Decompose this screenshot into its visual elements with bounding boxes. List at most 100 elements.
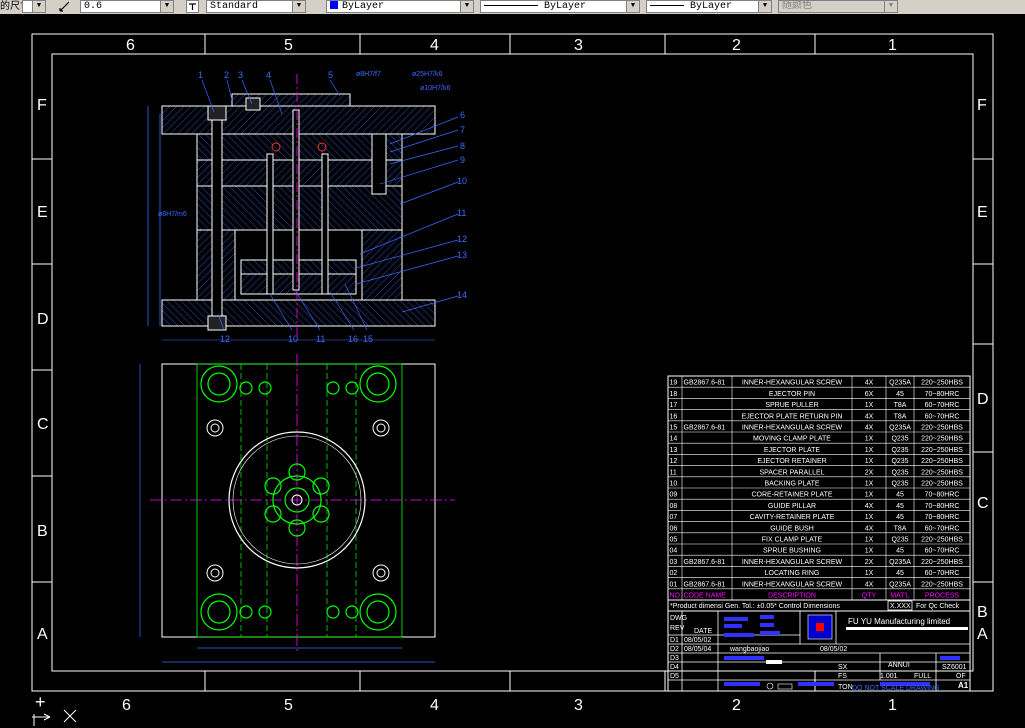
- sx-label: SX: [838, 664, 848, 671]
- qc-box-value: X.XXX: [890, 603, 911, 610]
- bom-cell: 220~250HBS: [921, 481, 963, 488]
- bom-cell: 220~250HBS: [921, 537, 963, 544]
- dimscale-icon[interactable]: [58, 0, 71, 13]
- scale-combo[interactable]: 0.6 ▼: [80, 0, 174, 13]
- lineweight-combo[interactable]: ByLayer ▼: [646, 0, 772, 13]
- ton-label: TON: [838, 684, 853, 691]
- footer-note: DO NOT SCALE DRAWING: [852, 685, 940, 692]
- column-label: 5: [284, 697, 293, 714]
- bom-cell: INNER-HEXANGULAR SCREW: [742, 581, 843, 588]
- rev-label: REV: [670, 625, 685, 632]
- bom-cell: 1X: [865, 492, 874, 499]
- date-label: DATE: [694, 628, 712, 635]
- bom-cell: 15: [670, 425, 678, 432]
- chevron-down-icon[interactable]: ▼: [292, 1, 305, 12]
- bom-cell: T8A: [894, 402, 907, 409]
- bom-cell: 2X: [865, 559, 874, 566]
- part-tag: 15: [363, 334, 373, 344]
- part-tag: 14: [457, 290, 467, 300]
- bom-cell: 70~80HRC: [925, 492, 960, 499]
- bom-cell: T8A: [894, 525, 907, 532]
- part-tag: 3: [238, 70, 243, 80]
- chevron-down-icon[interactable]: ▼: [758, 1, 771, 12]
- bom-cell: 220~250HBS: [921, 425, 963, 432]
- linetype-value: ByLayer: [544, 1, 587, 12]
- dim-style-dropdown[interactable]: ▼: [22, 0, 46, 13]
- chevron-down-icon[interactable]: ▼: [32, 1, 45, 12]
- model-space-canvas[interactable]: 6 5 4 3 2 1 6 5 4 3 2 1 F E D C B A F E …: [0, 14, 1025, 728]
- row-label: F: [37, 97, 47, 114]
- bom-cell: 03: [670, 559, 678, 566]
- plot-style-value: 随颜色: [782, 1, 812, 12]
- linetype-combo[interactable]: ByLayer ▼: [480, 0, 640, 13]
- bom-cell: 60~70HRC: [925, 548, 960, 555]
- sheet-size-label: A1: [958, 681, 969, 690]
- text-style-value: Standard: [210, 1, 259, 12]
- bom-cell: 220~250HBS: [921, 559, 963, 566]
- column-label: 2: [732, 697, 741, 714]
- chevron-down-icon[interactable]: ▼: [160, 1, 173, 12]
- row-label: B: [37, 523, 48, 540]
- bom-cell: INNER-HEXANGULAR SCREW: [742, 380, 843, 387]
- column-label: 4: [430, 697, 439, 714]
- bom-cell: LOCATING RING: [765, 570, 820, 577]
- chevron-down-icon[interactable]: ▼: [626, 1, 639, 12]
- bom-cell: 220~250HBS: [921, 469, 963, 476]
- bom-cell: EJECTOR PLATE: [764, 447, 820, 454]
- bom-cell: 4X: [865, 413, 874, 420]
- bom-cell: 1X: [865, 514, 874, 521]
- lineweight-sample-icon: [650, 4, 684, 6]
- column-label: 5: [284, 37, 293, 54]
- chevron-down-icon[interactable]: ▼: [460, 1, 473, 12]
- mold-section-view[interactable]: 1 2 3 4 5 6 7 8 9 10 11 12 13 14 12 10 1…: [147, 70, 467, 344]
- bom-cell: 220~250HBS: [921, 436, 963, 443]
- bom-cell: 1X: [865, 570, 874, 577]
- bom-cell: 70~80HRC: [925, 503, 960, 510]
- bom-cell: 70~80HRC: [925, 391, 960, 398]
- bom-cell: 1X: [865, 548, 874, 555]
- bom-cell: Q235: [891, 436, 908, 443]
- part-tag: 11: [316, 334, 325, 344]
- bom-cell: GB2867.6-81: [684, 425, 726, 432]
- bom-cell: 60~70HRC: [925, 570, 960, 577]
- mold-plan-view[interactable]: [139, 354, 455, 663]
- column-label: 6: [126, 37, 135, 54]
- bom-cell: 60~70HRC: [925, 525, 960, 532]
- bom-cell: 14: [670, 436, 678, 443]
- bom-cell: 4X: [865, 380, 874, 387]
- bom-header-cell: MAT'L: [890, 593, 910, 600]
- color-combo[interactable]: ByLayer ▼: [326, 0, 474, 13]
- bom-cell: Q235A: [889, 559, 911, 566]
- bom-cell: EJECTOR PLATE RETURN PIN: [742, 413, 843, 420]
- bom-cell: GUIDE PILLAR: [768, 503, 816, 510]
- part-tag: 12: [220, 334, 230, 344]
- row-label: D: [977, 391, 989, 408]
- drawing-svg[interactable]: 6 5 4 3 2 1 6 5 4 3 2 1 F E D C B A F E …: [0, 14, 1025, 728]
- bom-cell: EJECTOR RETAINER: [757, 458, 826, 465]
- text-style-icon[interactable]: [186, 0, 199, 13]
- bom-header-cell: CODE NAME: [684, 593, 727, 600]
- bom-cell: 45: [896, 391, 904, 398]
- moving-clamp-plate[interactable]: [161, 299, 436, 327]
- row-label: A: [977, 626, 988, 643]
- part-number: SZ6001: [942, 664, 967, 671]
- d5-label: D5: [670, 673, 679, 680]
- projection-symbol-icon: [766, 682, 774, 690]
- bom-cell: 60~70HRC: [925, 413, 960, 420]
- row-label: F: [977, 97, 987, 114]
- bom-cell: 09: [670, 492, 678, 499]
- text-style-combo[interactable]: Standard ▼: [206, 0, 306, 13]
- plot-style-combo: 随颜色 ▼: [778, 0, 898, 13]
- column-label: 2: [732, 37, 741, 54]
- bom-cell: INNER-HEXANGULAR SCREW: [742, 559, 843, 566]
- bom-cell: 45: [896, 514, 904, 521]
- title-block[interactable]: *Product dimensi Gen. Tol.: ±0.05* Contr…: [667, 599, 971, 692]
- bom-cell: 10: [670, 481, 678, 488]
- bom-cell: 1X: [865, 481, 874, 488]
- scale-ratio: 1.001: [880, 673, 898, 680]
- bom-cell: 70~80HRC: [925, 514, 960, 521]
- bom-cell: 19: [670, 380, 678, 387]
- bill-of-materials[interactable]: 19 GB2867.6-81 INNER-HEXANGULAR SCREW 4X Q23…: [667, 375, 971, 601]
- approval-date: 08/05/02: [820, 646, 847, 653]
- bom-cell: 16: [670, 413, 678, 420]
